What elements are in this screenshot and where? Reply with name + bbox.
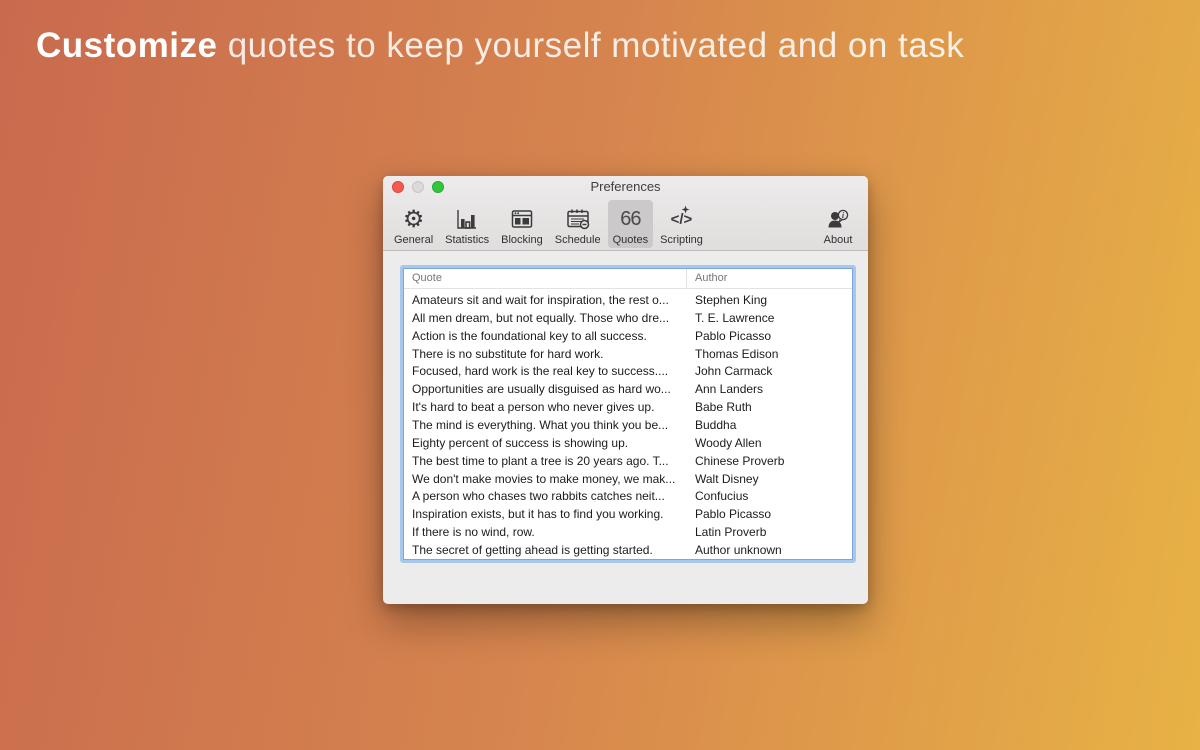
bar-chart-icon [455,205,479,233]
toolbar-item-scripting[interactable]: </> Scripting [655,200,708,248]
table-row[interactable]: It's hard to beat a person who never giv… [404,398,852,416]
quote-cell: All men dream, but not equally. Those wh… [404,311,687,325]
toolbar-item-label: Statistics [445,234,489,246]
browser-window-icon [510,205,534,233]
toolbar-item-label: Schedule [555,234,601,246]
preferences-window: Preferences ⚙ General Statistics [383,176,868,604]
author-cell: Ann Landers [687,382,852,396]
toolbar-item-label: Scripting [660,234,703,246]
quote-cell: Eighty percent of success is showing up. [404,436,687,450]
quotes-table[interactable]: Quote Author Amateurs sit and wait for i… [403,268,853,560]
quote-cell: Opportunities are usually disguised as h… [404,382,687,396]
person-info-icon: i [825,205,851,233]
quote-cell: The mind is everything. What you think y… [404,418,687,432]
minimize-button[interactable] [412,181,424,193]
table-row[interactable]: Eighty percent of success is showing up.… [404,434,852,452]
table-row[interactable]: Inspiration exists, but it has to find y… [404,505,852,523]
toolbar-item-statistics[interactable]: Statistics [440,200,494,248]
zoom-button[interactable] [432,181,444,193]
author-cell: Babe Ruth [687,400,852,414]
toolbar: ⚙ General Statistics [383,198,868,250]
author-cell: T. E. Lawrence [687,311,852,325]
quote-cell: Amateurs sit and wait for inspiration, t… [404,293,687,307]
column-header-author[interactable]: Author [687,269,852,288]
quote-cell: The secret of getting ahead is getting s… [404,543,687,557]
toolbar-item-blocking[interactable]: Blocking [496,200,548,248]
quote-cell: Inspiration exists, but it has to find y… [404,507,687,521]
author-cell: Confucius [687,489,852,503]
toolbar-item-quotes[interactable]: 66 Quotes [608,200,653,248]
author-cell: Woody Allen [687,436,852,450]
table-row[interactable]: All men dream, but not equally. Those wh… [404,309,852,327]
author-cell: Stephen King [687,293,852,307]
page-title-bold: Customize [36,26,217,65]
quote-cell: If there is no wind, row. [404,525,687,539]
toolbar-item-label: About [824,234,853,246]
toolbar-item-about[interactable]: i About [816,200,860,248]
table-row[interactable]: The mind is everything. What you think y… [404,416,852,434]
quote-cell: A person who chases two rabbits catches … [404,489,687,503]
table-row[interactable]: Amateurs sit and wait for inspiration, t… [404,291,852,309]
page-title-light: quotes to keep yourself motivated and on… [217,26,964,65]
code-icon: </> [671,205,693,233]
table-header: Quote Author [404,269,852,289]
table-row[interactable]: There is no substitute for hard work.Tho… [404,345,852,363]
table-row[interactable]: Opportunities are usually disguised as h… [404,380,852,398]
quote-cell: The best time to plant a tree is 20 year… [404,454,687,468]
toolbar-item-label: Blocking [501,234,543,246]
window-title: Preferences [383,176,868,198]
author-cell: Walt Disney [687,472,852,486]
toolbar-item-general[interactable]: ⚙ General [389,200,438,248]
page-title: Customize quotes to keep yourself motiva… [36,26,964,66]
column-header-quote[interactable]: Quote [404,269,687,288]
quote-cell: It's hard to beat a person who never giv… [404,400,687,414]
author-cell: Buddha [687,418,852,432]
author-cell: Latin Proverb [687,525,852,539]
author-cell: Chinese Proverb [687,454,852,468]
close-button[interactable] [392,181,404,193]
toolbar-item-label: Quotes [613,234,648,246]
table-row[interactable]: The secret of getting ahead is getting s… [404,541,852,559]
author-cell: John Carmack [687,364,852,378]
window-chrome: Preferences ⚙ General Statistics [383,176,868,251]
table-row[interactable]: If there is no wind, row.Latin Proverb [404,523,852,541]
author-cell: Author unknown [687,543,852,557]
quote-cell: Action is the foundational key to all su… [404,329,687,343]
gear-icon: ⚙ [403,205,425,233]
author-cell: Pablo Picasso [687,329,852,343]
toolbar-item-label: General [394,234,433,246]
table-body: Amateurs sit and wait for inspiration, t… [404,289,852,559]
author-cell: Thomas Edison [687,347,852,361]
table-row[interactable]: A person who chases two rabbits catches … [404,487,852,505]
table-row[interactable]: The best time to plant a tree is 20 year… [404,452,852,470]
table-row[interactable]: We don't make movies to make money, we m… [404,470,852,488]
quote-marks-icon: 66 [620,205,640,233]
author-cell: Pablo Picasso [687,507,852,521]
quote-cell: There is no substitute for hard work. [404,347,687,361]
preferences-content: Quote Author Amateurs sit and wait for i… [383,251,868,604]
titlebar[interactable]: Preferences [383,176,868,198]
table-row[interactable]: Focused, hard work is the real key to su… [404,362,852,380]
traffic-lights [392,181,444,193]
quote-cell: We don't make movies to make money, we m… [404,472,687,486]
quote-cell: Focused, hard work is the real key to su… [404,364,687,378]
calendar-icon [565,205,591,233]
toolbar-item-schedule[interactable]: Schedule [550,200,606,248]
table-row[interactable]: Action is the foundational key to all su… [404,327,852,345]
